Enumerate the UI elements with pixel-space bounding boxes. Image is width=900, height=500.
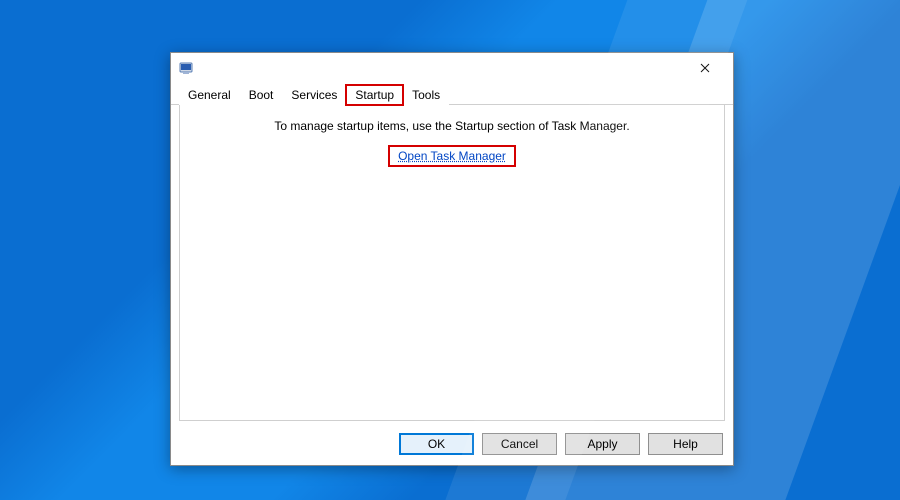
tab-boot[interactable]: Boot xyxy=(240,85,283,105)
tab-strip: General Boot Services Startup Tools xyxy=(171,83,733,105)
ok-button[interactable]: OK xyxy=(399,433,474,455)
startup-info-text: To manage startup items, use the Startup… xyxy=(274,119,629,133)
tab-general[interactable]: General xyxy=(179,85,240,105)
dialog-button-row: OK Cancel Apply Help xyxy=(171,427,733,465)
close-button[interactable] xyxy=(682,54,727,82)
tab-tools[interactable]: Tools xyxy=(403,85,449,105)
open-task-manager-link[interactable]: Open Task Manager xyxy=(396,148,508,164)
apply-button[interactable]: Apply xyxy=(565,433,640,455)
tab-startup[interactable]: Startup xyxy=(346,85,403,105)
app-icon xyxy=(179,60,195,76)
cancel-button[interactable]: Cancel xyxy=(482,433,557,455)
msconfig-window: General Boot Services Startup Tools To m… xyxy=(170,52,734,466)
window-controls xyxy=(682,54,727,82)
tab-services[interactable]: Services xyxy=(282,85,346,105)
help-button[interactable]: Help xyxy=(648,433,723,455)
highlight-box: Open Task Manager xyxy=(388,145,516,167)
desktop-wallpaper: General Boot Services Startup Tools To m… xyxy=(0,0,900,500)
startup-tab-panel: To manage startup items, use the Startup… xyxy=(179,105,725,421)
title-bar[interactable] xyxy=(171,53,733,83)
